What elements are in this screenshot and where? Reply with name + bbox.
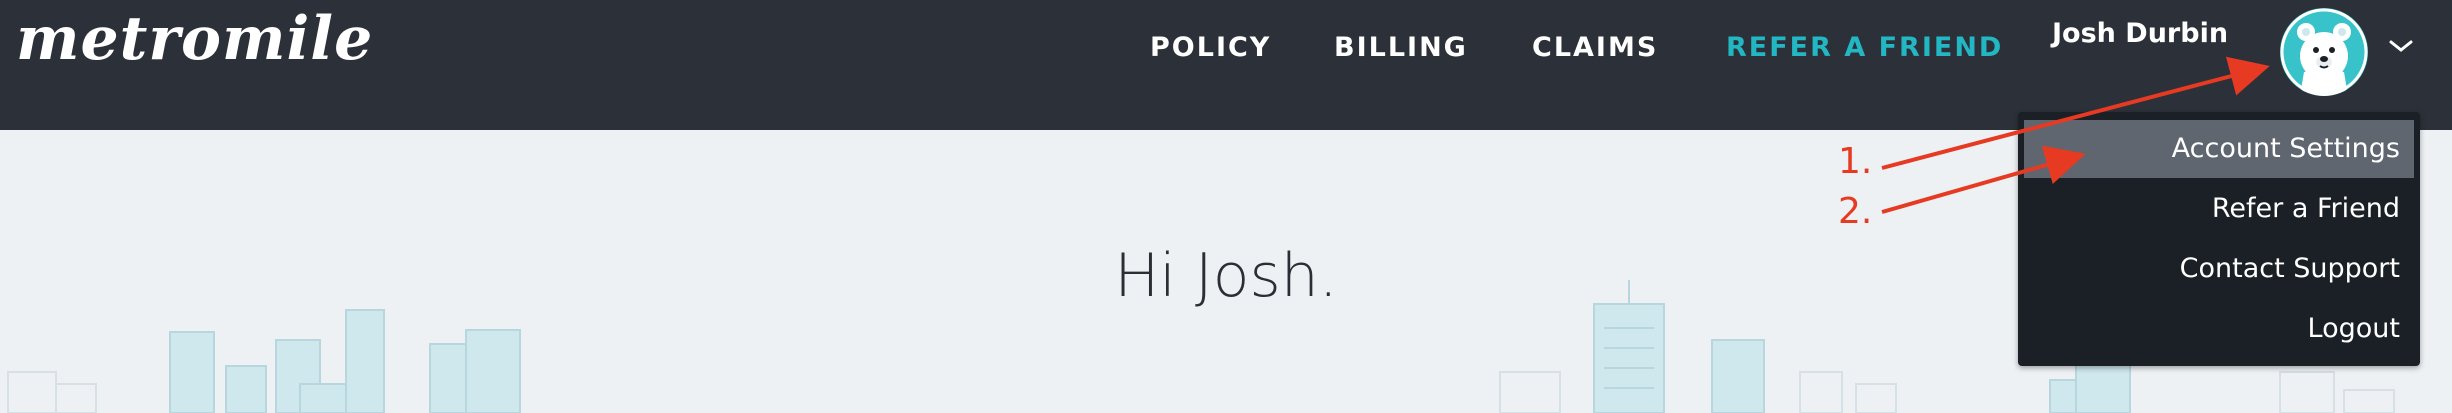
annotation-step-2: 2.	[1838, 191, 1873, 232]
annotation-step-1: 1.	[1838, 141, 1873, 182]
annotation-arrows	[1881, 56, 2270, 214]
